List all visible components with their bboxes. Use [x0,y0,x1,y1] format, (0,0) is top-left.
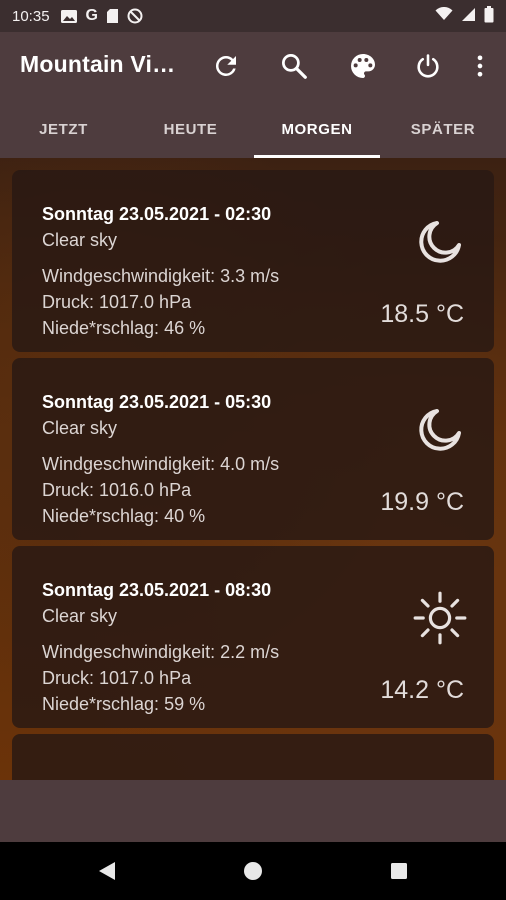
forecast-wind: Windgeschwindigkeit: 4.0 m/s [42,454,280,474]
tab-bar: JETZT HEUTE MORGEN SPÄTER [0,100,506,158]
tab-spaeter[interactable]: SPÄTER [380,100,506,158]
forecast-datetime: Sonntag 23.05.2021 - 02:30 [42,204,272,224]
forecast-precipitation: Niede*rschlag: 46 % [42,318,206,338]
tab-heute[interactable]: HEUTE [127,100,254,158]
recents-button[interactable] [384,856,414,886]
forecast-precipitation: Niede*rschlag: 59 % [42,694,206,714]
theme-button[interactable] [345,48,381,84]
forecast-condition: Clear sky [42,606,118,626]
navigation-bar [0,842,506,900]
google-g-icon: G [85,7,98,24]
more-vert-icon [477,55,483,77]
forecast-card[interactable]: Sonntag 23.05.2021 - 02:30 Clear sky Win… [12,170,494,352]
forecast-temperature: 14.2 °C [380,676,464,704]
refresh-button[interactable] [208,48,244,84]
do-not-disturb-icon [127,8,143,24]
sd-card-icon [106,8,119,24]
search-icon [282,54,307,79]
home-icon [244,862,262,880]
moon-icon [412,402,468,458]
refresh-icon [215,55,236,76]
forecast-card[interactable]: Sonntag 23.05.2021 - 08:30 Clear sky Win… [12,546,494,728]
back-icon [99,862,115,880]
more-options-button[interactable] [462,48,498,84]
back-button[interactable] [92,856,122,886]
forecast-precipitation: Niede*rschlag: 40 % [42,506,206,526]
app-title: Mountain Vi… [20,51,176,77]
forecast-pressure: Druck: 1017.0 hPa [42,292,192,312]
status-time: 10:35 [12,7,50,25]
home-button[interactable] [238,856,268,886]
moon-icon [412,214,468,270]
wifi-icon [435,6,453,25]
image-icon [60,9,78,24]
palette-icon [351,54,375,78]
forecast-condition: Clear sky [42,418,118,438]
forecast-list[interactable]: Sonntag 23.05.2021 - 02:30 Clear sky Win… [0,158,506,780]
system-status-icons [435,5,494,27]
battery-icon [484,5,494,27]
forecast-temperature: 18.5 °C [380,300,464,328]
forecast-datetime: Sonntag 23.05.2021 - 05:30 [42,392,272,412]
forecast-pressure: Druck: 1017.0 hPa [42,668,192,688]
signal-icon [461,7,476,26]
notification-icons: G [60,7,143,25]
power-icon [417,54,439,78]
bottom-area [0,780,506,842]
tab-morgen[interactable]: MORGEN [254,100,380,158]
search-button[interactable] [276,48,312,84]
forecast-condition: Clear sky [42,230,118,250]
recents-icon [391,863,407,879]
forecast-datetime: Sonntag 23.05.2021 - 08:30 [42,580,272,600]
tab-jetzt[interactable]: JETZT [0,100,127,158]
forecast-temperature: 19.9 °C [380,488,464,516]
forecast-wind: Windgeschwindigkeit: 3.3 m/s [42,266,280,286]
forecast-pressure: Druck: 1016.0 hPa [42,480,192,500]
forecast-card-partial[interactable] [12,734,494,780]
sun-icon [412,590,468,646]
forecast-wind: Windgeschwindigkeit: 2.2 m/s [42,642,280,662]
app-bar: Mountain Vi… [0,32,506,100]
status-bar: 10:35 G [0,0,506,32]
power-button[interactable] [410,48,446,84]
forecast-card[interactable]: Sonntag 23.05.2021 - 05:30 Clear sky Win… [12,358,494,540]
